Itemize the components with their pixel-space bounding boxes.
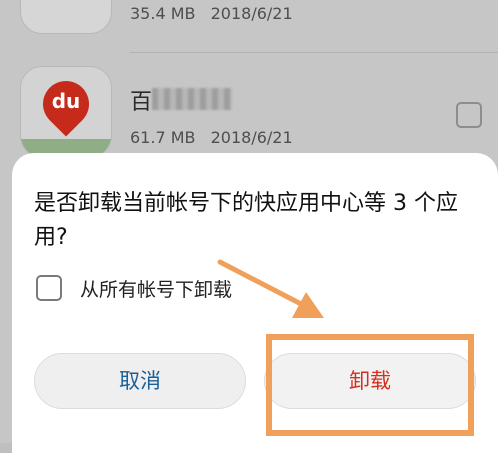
annotation-highlight-box (266, 334, 474, 436)
